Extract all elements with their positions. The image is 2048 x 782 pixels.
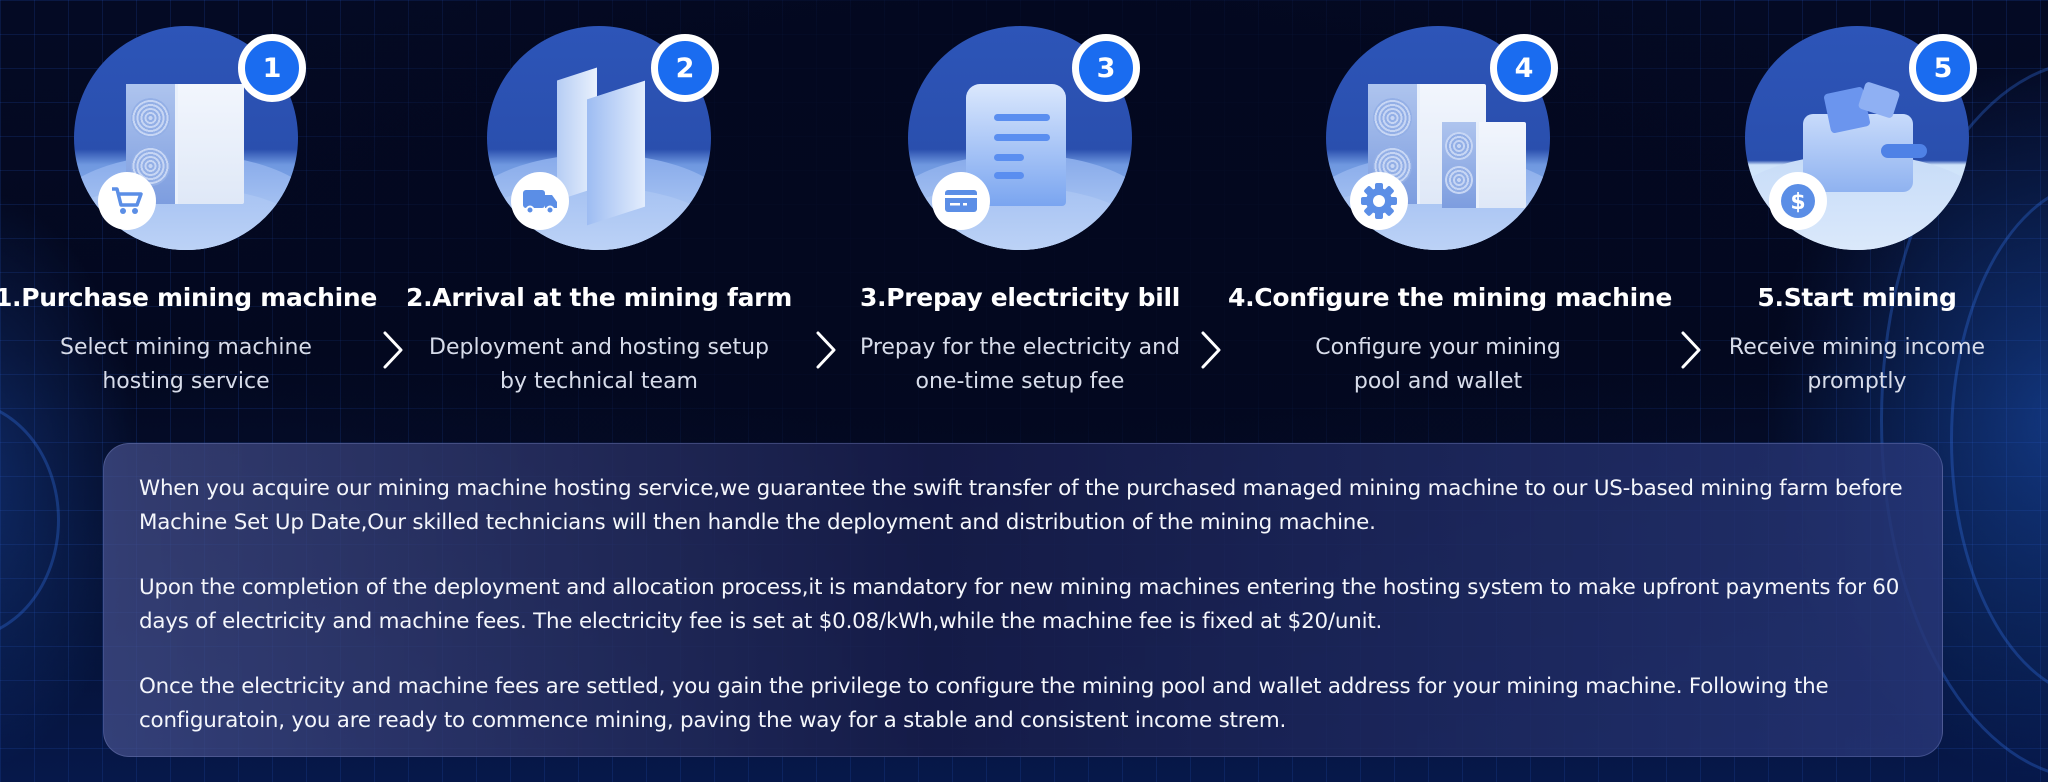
step-description: Configure your mining pool and wallet bbox=[1248, 331, 1628, 399]
step-description: Deployment and hosting setup by technica… bbox=[409, 331, 789, 399]
step-description-line: one-time setup fee bbox=[915, 369, 1125, 394]
step-title: 1.Purchase mining machine bbox=[0, 283, 378, 312]
step-description: Select mining machine hosting service bbox=[0, 331, 376, 399]
step-title: 3.Prepay electricity bill bbox=[859, 283, 1181, 312]
step-title: 5.Start mining bbox=[1757, 283, 1957, 312]
step-title: 4.Configure the mining machine bbox=[1228, 283, 1672, 312]
bill-line bbox=[994, 172, 1024, 179]
step-title: 2.Arrival at the mining farm bbox=[406, 283, 792, 312]
step-number-badge: 4 bbox=[1490, 34, 1558, 102]
chevron-right-icon bbox=[383, 331, 403, 369]
step-description-line: by technical team bbox=[500, 369, 698, 394]
step-number-badge: 1 bbox=[238, 34, 306, 102]
gear-icon bbox=[1350, 172, 1408, 230]
info-paragraph: When you acquire our mining machine host… bbox=[139, 476, 1903, 535]
fan-icon bbox=[1445, 166, 1473, 194]
truck-icon bbox=[511, 172, 569, 230]
step-description: Prepay for the electricity and one-time … bbox=[830, 331, 1210, 399]
chevron-right-icon bbox=[1681, 331, 1701, 369]
bill-line bbox=[994, 134, 1050, 141]
step-description-line: promptly bbox=[1807, 369, 1907, 394]
credit-card-icon bbox=[932, 172, 990, 230]
step-description-line: pool and wallet bbox=[1353, 369, 1523, 394]
bill-line bbox=[994, 154, 1024, 161]
chevron-right-icon bbox=[816, 331, 836, 369]
step-number-badge: 2 bbox=[651, 34, 719, 102]
fan-panel bbox=[1442, 122, 1479, 208]
step-number-badge: 3 bbox=[1072, 34, 1140, 102]
step-description-line: Receive mining income bbox=[1728, 335, 1986, 360]
fan-icon bbox=[1372, 98, 1413, 138]
fan-icon bbox=[130, 98, 171, 138]
cart-icon bbox=[98, 172, 156, 230]
bill-line bbox=[994, 114, 1050, 121]
step-description-line: Deployment and hosting setup bbox=[429, 335, 769, 360]
process-steps: 1 1.Purchase mining machine Select minin… bbox=[0, 0, 2048, 420]
server-rack-illustration bbox=[587, 80, 645, 226]
info-paragraph: Upon the completion of the deployment an… bbox=[139, 575, 1900, 634]
chevron-right-icon bbox=[1201, 331, 1221, 369]
wallet-clasp bbox=[1881, 144, 1927, 158]
step-description: Receive mining income promptly bbox=[1667, 331, 2047, 399]
fan-icon bbox=[1445, 132, 1473, 160]
step-number-badge: 5 bbox=[1909, 34, 1977, 102]
mining-machine-illustration bbox=[1442, 122, 1526, 208]
hosting-info-panel: When you acquire our mining machine host… bbox=[103, 443, 1943, 757]
info-paragraph: Once the electricity and machine fees ar… bbox=[139, 674, 1829, 733]
dollar-icon: $ bbox=[1769, 172, 1827, 230]
step-description-line: hosting service bbox=[102, 369, 270, 394]
step-description-line: Prepay for the electricity and bbox=[859, 335, 1181, 360]
background-gear-decoration-left bbox=[0, 400, 60, 640]
svg-text:$: $ bbox=[1790, 190, 1805, 215]
step-description-line: Select mining machine bbox=[60, 335, 312, 360]
step-description-line: Configure your mining bbox=[1315, 335, 1561, 360]
